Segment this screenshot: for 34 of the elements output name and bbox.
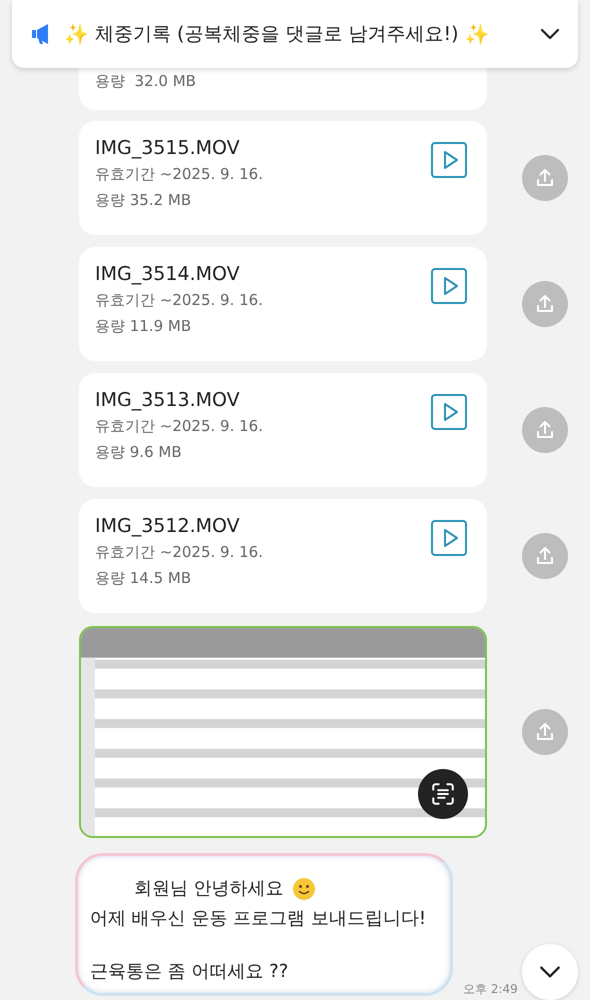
file-size: 용량 14.5 MB: [95, 568, 192, 589]
file-size: 용량 9.6 MB: [95, 442, 183, 463]
sparkle-icon: ✨: [64, 22, 89, 46]
notice-title: 체중기록 (공복체중을 댓글로 남겨주세요!): [95, 22, 459, 47]
play-icon[interactable]: [431, 142, 467, 178]
smiley-icon: [292, 877, 316, 901]
file-name: IMG_3513.MOV: [95, 388, 241, 413]
scroll-down-button[interactable]: [522, 944, 578, 1000]
share-button[interactable]: [522, 407, 568, 453]
message-text: 회원님 안녕하세요: [134, 877, 284, 901]
share-button[interactable]: [522, 708, 568, 754]
file-size: 용량 35.2 MB: [95, 190, 192, 211]
expiry-date: 유효기간 ~2025. 9. 16.: [95, 290, 263, 311]
file-name: IMG_3515.MOV: [95, 136, 241, 161]
play-icon[interactable]: [431, 394, 467, 430]
share-button[interactable]: [522, 155, 568, 201]
megaphone-icon: [30, 22, 50, 46]
expiry-date: 유효기간 ~2025. 9. 16.: [95, 542, 263, 563]
message-time: 오후 2:49: [463, 982, 518, 996]
share-button[interactable]: [522, 533, 568, 579]
play-icon[interactable]: [431, 268, 467, 304]
scan-icon: [430, 781, 456, 807]
share-button[interactable]: [522, 281, 568, 327]
file-name: IMG_3512.MOV: [95, 514, 241, 539]
sparkle-icon: ✨: [464, 22, 490, 46]
file-size: 용량 32.0 MB: [95, 71, 197, 92]
expiry-date: 유효기간 ~2025. 9. 16.: [95, 416, 263, 437]
notice-banner[interactable]: ✨ 체중기록 (공복체중을 댓글로 남겨주세요!) ✨: [12, 0, 578, 68]
file-name: IMG_3514.MOV: [95, 262, 241, 287]
expiry-date: 유효기간 ~2025. 9. 16.: [95, 164, 263, 185]
play-icon[interactable]: [431, 520, 467, 556]
message-text: 근육통은 좀 어떠세요 ??: [90, 960, 288, 984]
file-size: 용량 11.9 MB: [95, 316, 192, 337]
message-text: 어제 배우신 운동 프로그램 보내드립니다!: [90, 907, 426, 931]
